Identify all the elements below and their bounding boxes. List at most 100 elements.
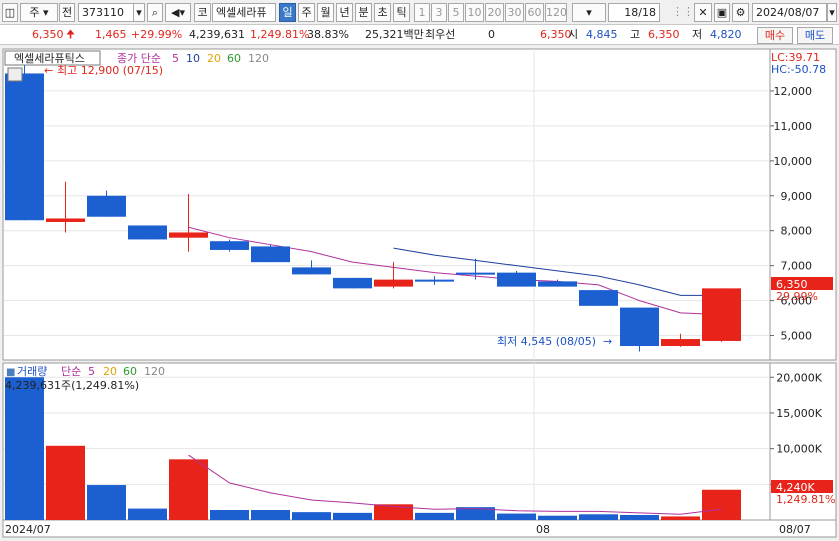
candle-body: [292, 267, 331, 275]
candle-body: [415, 279, 454, 282]
volume-bar: [497, 513, 536, 520]
volume-bar: [210, 510, 249, 520]
min-annotation: 최저 4,545 (08/05): [497, 335, 596, 348]
interval-button-10[interactable]: 10: [465, 3, 484, 22]
legend-ma60: 60: [227, 52, 241, 65]
period-tab-1[interactable]: 주: [298, 3, 315, 22]
candle-body: [497, 272, 536, 287]
interval-button-1[interactable]: 1: [414, 3, 430, 22]
up-arrow-icon: 🠉: [66, 28, 76, 41]
prev-button[interactable]: 전: [59, 3, 75, 22]
period-select[interactable]: 주 ▾: [20, 3, 58, 22]
legend-ma5: 5: [172, 52, 179, 65]
volume-bar: [538, 515, 577, 520]
price-axis-label: 11,000: [774, 120, 813, 133]
candle-body: [538, 281, 577, 287]
price-axis-label: 9,000: [781, 190, 813, 203]
period-tab-0[interactable]: 일: [279, 3, 296, 22]
vol-legend-ma20: 20: [103, 365, 117, 378]
candle-body: [87, 195, 126, 217]
high-label: 고: [630, 28, 641, 41]
volume-axis-label: 20,000K: [776, 371, 822, 384]
volume-bar: [415, 512, 454, 520]
chart-area: 12,000 11,000 10,000 9,000 8,000 7,000 6,000 5,…: [0, 47, 839, 538]
toolbar: ◫ 주 ▾ 전 373110 ▾ ⌕ ◀▾ 코 엑셀세라퓨 일주월년분초틱 13…: [0, 0, 839, 25]
sell-button[interactable]: 매도: [797, 27, 833, 44]
volume-bar: [251, 510, 290, 520]
price-axis-label: 8,000: [781, 225, 813, 238]
interval-dropdown[interactable]: ▾: [572, 3, 606, 22]
period-select-value: 주: [29, 6, 40, 19]
page-counter: 18/18: [608, 3, 660, 22]
candle-body: [456, 272, 495, 275]
volume-bar: [169, 459, 208, 520]
candle-body: [702, 288, 741, 341]
period-tab-6[interactable]: 틱: [393, 3, 410, 22]
volume-bar: [702, 489, 741, 520]
crosshair-icon[interactable]: ✕: [694, 3, 712, 22]
trade-amount: 25,321백만: [365, 28, 424, 41]
turnover: 38.83%: [307, 28, 349, 41]
price-axis-label: 5,000: [781, 330, 813, 343]
date-field[interactable]: 2024/08/07: [752, 3, 827, 22]
date-dropdown-icon[interactable]: ▾: [827, 3, 837, 22]
candle-body: [46, 218, 85, 222]
volume-ratio: 1,249.81%: [250, 28, 310, 41]
save-icon[interactable]: ▣: [714, 3, 730, 22]
vol-legend-ma5: 5: [88, 365, 95, 378]
chart-svg: 12,00011,00010,0009,0008,0007,0006,0005,…: [2, 48, 837, 538]
price-change-pct: +29.99%: [131, 28, 183, 41]
legend-ma10: 10: [186, 52, 200, 65]
interval-button-5[interactable]: 5: [448, 3, 464, 22]
candle-body: [128, 225, 167, 240]
volume-legend-label: 단순: [61, 365, 81, 378]
calculator-icon[interactable]: [7, 67, 23, 82]
price-axis-label: 7,000: [781, 260, 813, 273]
volume-value-text: 4,239,631주(1,249.81%): [5, 379, 139, 392]
code-input[interactable]: 373110: [78, 3, 138, 22]
candle-body: [579, 290, 618, 306]
volume-axis-label: 15,000K: [776, 407, 822, 420]
buy-button[interactable]: 매수: [757, 27, 793, 44]
interval-button-60[interactable]: 60: [525, 3, 544, 22]
hc-label: HC:-50.78: [771, 63, 826, 76]
candle-body: [661, 339, 700, 347]
market-button[interactable]: 코: [194, 3, 211, 22]
max-annotation: 최고 12,900 (07/15): [57, 64, 163, 77]
link-icon[interactable]: ⋮⋮: [672, 3, 694, 22]
window-menu-icon[interactable]: ◫: [2, 3, 18, 22]
current-pct-tag: 29.99%: [776, 290, 818, 303]
volume-bar: [579, 514, 618, 520]
interval-button-30[interactable]: 30: [505, 3, 524, 22]
stock-name-field: 엑셀세라퓨: [212, 3, 276, 22]
candle-body: [5, 73, 44, 221]
volume-bar: [333, 512, 372, 520]
low-price: 4,820: [710, 28, 742, 41]
high-price: 6,350: [648, 28, 680, 41]
search-icon[interactable]: ⌕: [147, 3, 163, 22]
sound-icon[interactable]: ◀▾: [165, 3, 191, 22]
open-price: 4,845: [586, 28, 618, 41]
period-tab-4[interactable]: 분: [355, 3, 372, 22]
period-tab-5[interactable]: 초: [374, 3, 391, 22]
interval-button-20[interactable]: 20: [485, 3, 504, 22]
period-tab-2[interactable]: 월: [317, 3, 334, 22]
open-label: 시: [568, 28, 579, 41]
candle-body: [210, 241, 249, 250]
max-annotation-arrow: ←: [44, 64, 53, 77]
x-axis-start: 2024/07: [5, 523, 51, 536]
interval-button-3[interactable]: 3: [431, 3, 447, 22]
code-dropdown-icon[interactable]: ▾: [133, 3, 145, 22]
vol-legend-ma120: 120: [144, 365, 165, 378]
x-axis-mid: 08: [536, 523, 550, 536]
candle-body: [169, 232, 208, 238]
period-tab-3[interactable]: 년: [336, 3, 353, 22]
vol-legend-ma60: 60: [123, 365, 137, 378]
volume-title: 거래량: [17, 365, 47, 378]
candle-body: [251, 246, 290, 263]
volume-bar: [620, 515, 659, 520]
gear-icon[interactable]: ⚙: [732, 3, 749, 22]
interval-button-120[interactable]: 120: [545, 3, 567, 22]
time-axis: [2, 519, 837, 538]
volume-axis-label: 10,000K: [776, 443, 822, 456]
